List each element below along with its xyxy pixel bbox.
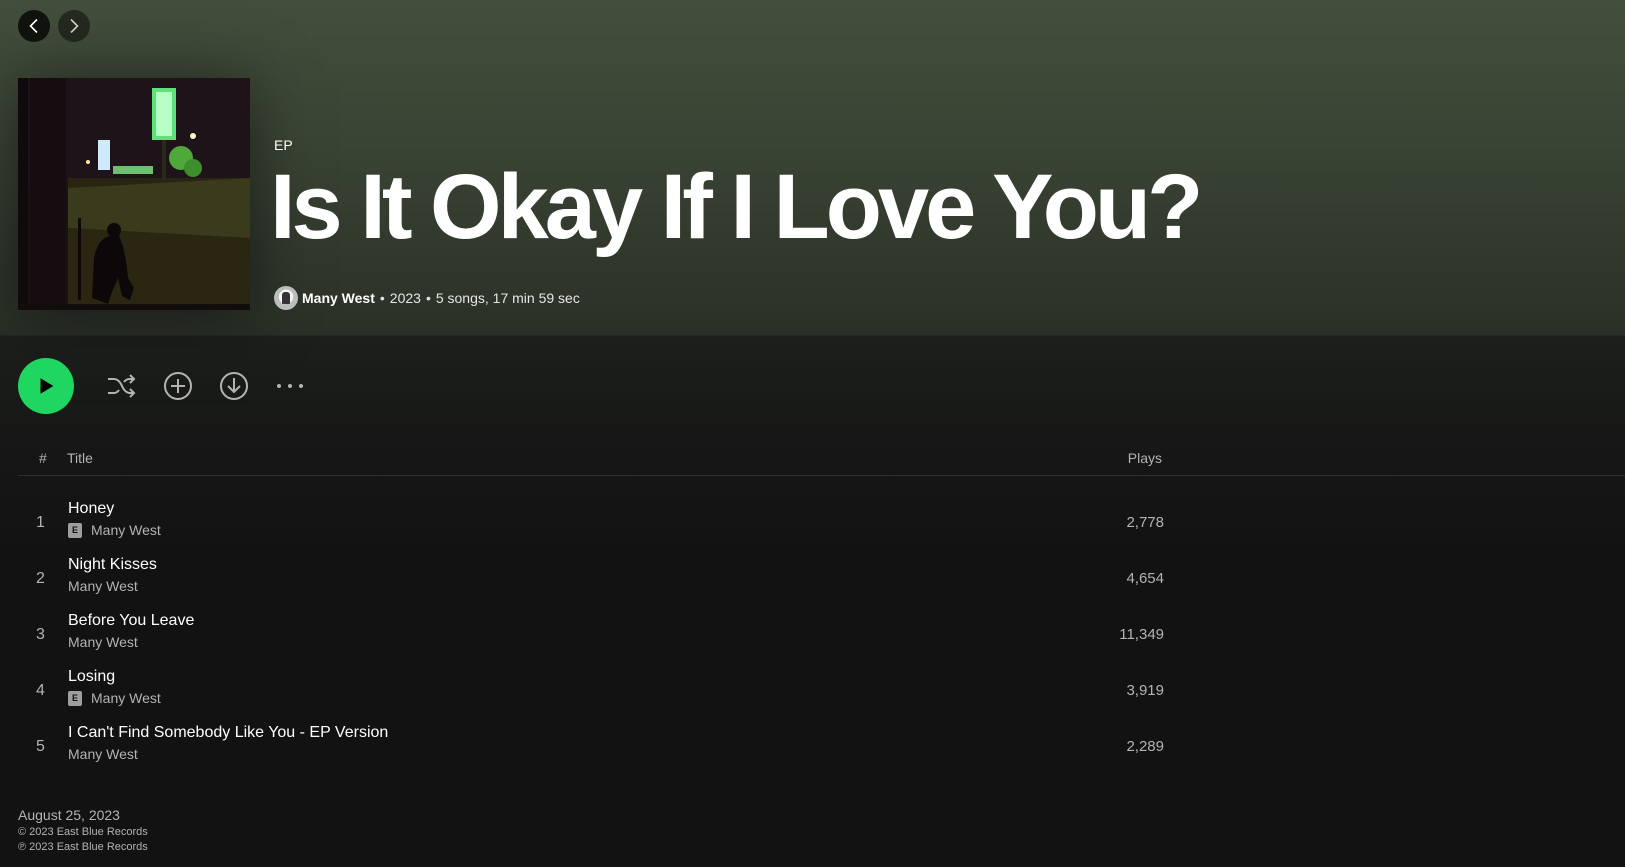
- track-artist[interactable]: Many West: [68, 578, 138, 594]
- track-row[interactable]: 1 Honey E Many West 2,778: [18, 496, 1164, 552]
- play-button[interactable]: [18, 358, 74, 414]
- track-title[interactable]: Honey: [68, 500, 114, 518]
- add-to-library-button[interactable]: [162, 370, 194, 402]
- tracklist-header: # Title Plays: [18, 447, 1625, 476]
- track-number: 1: [36, 514, 45, 531]
- track-artist[interactable]: Many West: [68, 634, 138, 650]
- track-row[interactable]: 4 Losing E Many West 3,919: [18, 664, 1164, 720]
- track-number: 3: [36, 626, 45, 643]
- track-plays: 4,654: [1126, 570, 1164, 587]
- track-row[interactable]: 3 Before You Leave Many West 11,349: [18, 608, 1164, 664]
- track-number: 2: [36, 570, 45, 587]
- explicit-badge: E: [68, 522, 82, 538]
- album-cover-image: [18, 78, 250, 310]
- artist-avatar[interactable]: [274, 286, 298, 310]
- add-circle-icon: [164, 372, 192, 400]
- more-options-button[interactable]: [274, 370, 306, 402]
- release-date: August 25, 2023: [18, 807, 120, 823]
- download-button[interactable]: [218, 370, 250, 402]
- track-artist[interactable]: Many West: [91, 522, 161, 538]
- column-header-plays: Plays: [1127, 450, 1162, 466]
- track-subtitle: Many West: [68, 634, 138, 650]
- artist-link[interactable]: Many West: [302, 290, 375, 306]
- track-plays: 2,778: [1126, 514, 1164, 531]
- track-row[interactable]: 2 Night Kisses Many West 4,654: [18, 552, 1164, 608]
- shuffle-icon: [108, 374, 136, 398]
- track-subtitle: E Many West: [68, 522, 161, 538]
- meta-separator: •: [379, 290, 385, 306]
- track-title[interactable]: Losing: [68, 668, 115, 686]
- more-horizontal-icon: [277, 384, 303, 388]
- track-subtitle: Many West: [68, 746, 138, 762]
- album-page: EP Is It Okay If I Love You? Many West •…: [0, 0, 1625, 867]
- track-plays: 3,919: [1126, 682, 1164, 699]
- shuffle-button[interactable]: [105, 370, 137, 402]
- album-type: EP: [274, 137, 293, 153]
- track-subtitle: Many West: [68, 578, 138, 594]
- column-header-title: Title: [67, 450, 93, 466]
- track-number: 5: [36, 738, 45, 755]
- album-title: Is It Okay If I Love You?: [270, 156, 1203, 258]
- phonogram-copyright-text: ℗ 2023 East Blue Records: [18, 841, 148, 853]
- track-title[interactable]: I Can't Find Somebody Like You - EP Vers…: [68, 724, 388, 742]
- album-year: 2023: [389, 290, 421, 306]
- album-meta: Many West • 2023 • 5 songs, 17 min 59 se…: [274, 286, 580, 310]
- copyright-text: © 2023 East Blue Records: [18, 826, 148, 838]
- track-artist[interactable]: Many West: [68, 746, 138, 762]
- play-icon: [40, 378, 54, 394]
- column-header-number: #: [39, 450, 47, 466]
- track-subtitle: E Many West: [68, 690, 161, 706]
- meta-separator: •: [425, 290, 431, 306]
- track-plays: 11,349: [1119, 626, 1164, 643]
- back-button[interactable]: [18, 10, 50, 42]
- track-title[interactable]: Before You Leave: [68, 612, 194, 630]
- album-summary: 5 songs, 17 min 59 sec: [435, 290, 580, 306]
- track-number: 4: [36, 682, 45, 699]
- explicit-badge: E: [68, 690, 82, 706]
- track-artist[interactable]: Many West: [91, 690, 161, 706]
- track-title[interactable]: Night Kisses: [68, 556, 157, 574]
- chevron-right-icon: [70, 18, 79, 34]
- track-row[interactable]: 5 I Can't Find Somebody Like You - EP Ve…: [18, 720, 1164, 776]
- forward-button[interactable]: [58, 10, 90, 42]
- track-plays: 2,289: [1126, 738, 1164, 755]
- chevron-left-icon: [29, 18, 38, 34]
- download-icon: [220, 372, 248, 400]
- album-cover: [18, 78, 250, 310]
